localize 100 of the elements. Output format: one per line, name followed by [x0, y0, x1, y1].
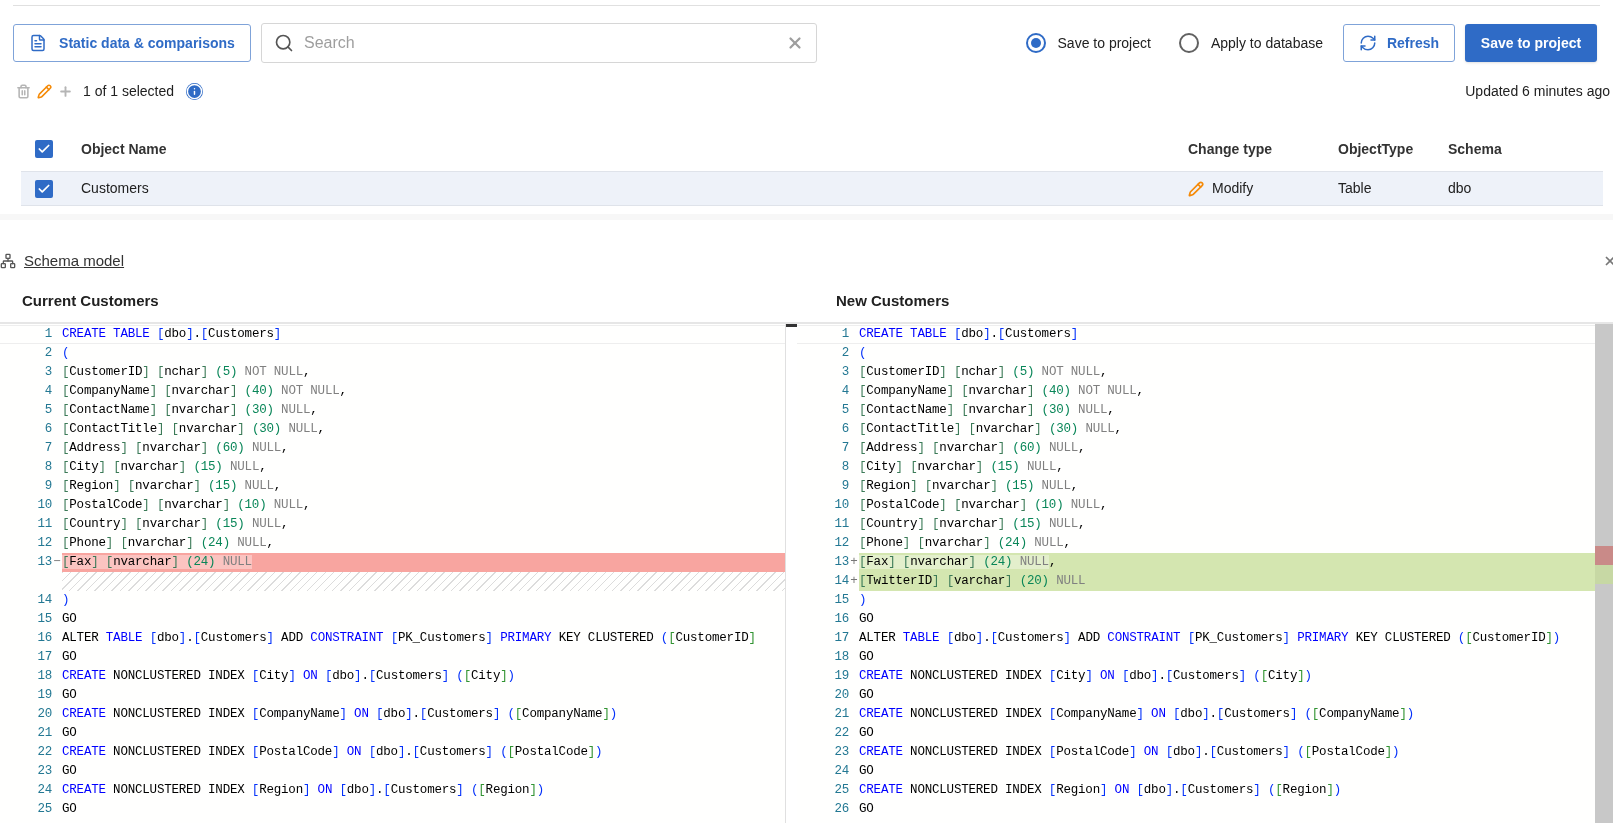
line-number: 13 — [36, 554, 52, 571]
line-number: 3 — [840, 364, 849, 381]
column-header[interactable]: ObjectType — [1338, 138, 1448, 160]
code-line: [PostalCode] [nvarchar] (10) NULL, — [62, 497, 312, 514]
code-line: ALTER TABLE [dbo].[Customers] ADD CONSTRAINT [PK_Customers] PRIMARY KEY CLUSTERED ([CustomerID]) — [859, 630, 1562, 647]
code-line: GO — [62, 801, 78, 818]
diff-marker: − — [53, 555, 61, 569]
code-line: CREATE NONCLUSTERED INDEX [CompanyName] ON [dbo].[Customers] ([CompanyName]) — [62, 706, 619, 723]
table-cell-text: Customers — [81, 179, 150, 198]
line-number: 8 — [840, 459, 849, 476]
line-number: 24 — [36, 782, 52, 799]
select-all-checkbox[interactable] — [35, 140, 53, 158]
updated-text: Updated 6 minutes ago — [1465, 81, 1610, 101]
line-number: 7 — [43, 440, 52, 457]
column-header[interactable]: Change type — [1188, 138, 1338, 160]
check-icon — [37, 142, 51, 156]
code-line: GO — [62, 725, 78, 742]
line-number: 19 — [36, 687, 52, 704]
radio-option[interactable]: Apply to database — [1178, 32, 1323, 54]
code-line: CREATE TABLE [dbo].[Customers] — [62, 326, 283, 343]
column-header[interactable]: Object Name — [81, 138, 1188, 160]
line-number: 7 — [840, 440, 849, 457]
line-number: 10 — [833, 497, 849, 514]
schema-model-link[interactable]: Schema model — [24, 249, 125, 273]
static-data-button[interactable]: Static data & comparisons — [13, 24, 251, 62]
line-number: 25 — [833, 782, 849, 799]
line-number: 1 — [43, 326, 52, 343]
line-number: 19 — [833, 668, 849, 685]
code-line: GO — [859, 687, 875, 704]
code-line: [ContactName] [nvarchar] (30) NULL, — [859, 402, 1116, 419]
line-number: 4 — [43, 383, 52, 400]
row-checkbox[interactable] — [35, 179, 53, 198]
line-number: 17 — [36, 649, 52, 666]
line-number: 26 — [833, 801, 849, 818]
line-number: 12 — [833, 535, 849, 552]
hierarchy-icon — [0, 253, 16, 269]
line-number: 24 — [833, 763, 849, 780]
table-cell-text: Modify — [1212, 179, 1254, 198]
code-line: [Country] [nvarchar] (15) NULL, — [62, 516, 290, 533]
search-icon — [274, 33, 294, 53]
code-line: ) — [62, 592, 71, 609]
line-number: 18 — [833, 649, 849, 666]
info-icon[interactable] — [186, 82, 204, 100]
line-number: 16 — [36, 630, 52, 647]
code-line: ALTER TABLE [dbo].[Customers] ADD CONSTRAINT [PK_Customers] PRIMARY KEY CLUSTERED ([CustomerID] — [62, 630, 757, 647]
line-number: 3 — [43, 364, 52, 381]
code-line: [Address] [nvarchar] (60) NULL, — [859, 440, 1087, 457]
code-line: CREATE NONCLUSTERED INDEX [PostalCode] ON [dbo].[Customers] ([PostalCode]) — [62, 744, 604, 761]
line-number: 6 — [43, 421, 52, 438]
code-line: ( — [62, 345, 71, 362]
line-number: 4 — [840, 383, 849, 400]
code-line: [PostalCode] [nvarchar] (10) NULL, — [859, 497, 1109, 514]
code-line: [Region] [nvarchar] (15) NULL, — [62, 478, 283, 495]
code-line: [CompanyName] [nvarchar] (40) NOT NULL, — [62, 383, 348, 400]
code-line: [Phone] [nvarchar] (24) NULL, — [62, 535, 275, 552]
table-row[interactable]: Customers Modify Table dbo — [21, 171, 1603, 206]
line-number: 23 — [833, 744, 849, 761]
radio-option[interactable]: Save to project — [1025, 32, 1151, 54]
code-line: [ContactName] [nvarchar] (30) NULL, — [62, 402, 319, 419]
code-line: [CustomerID] [nchar] (5) NOT NULL, — [62, 364, 312, 381]
line-number: 21 — [36, 725, 52, 742]
code-line: CREATE NONCLUSTERED INDEX [City] ON [dbo].[Customers] ([City]) — [859, 668, 1313, 685]
code-line: GO — [859, 801, 875, 818]
line-number: 2 — [43, 345, 52, 362]
code-line: CREATE NONCLUSTERED INDEX [City] ON [dbo].[Customers] ([City]) — [62, 668, 516, 685]
column-header[interactable]: Schema — [1448, 138, 1603, 160]
code-line: GO — [62, 763, 78, 780]
code-line: GO — [62, 649, 78, 666]
radio-button[interactable] — [1178, 33, 1199, 53]
code-line: [ContactTitle] [nvarchar] (30) NULL, — [62, 421, 326, 438]
code-line: GO — [859, 763, 875, 780]
diff-marker: + — [850, 555, 858, 569]
pencil-icon — [1188, 180, 1204, 197]
close-icon[interactable] — [1603, 254, 1613, 268]
line-number: 5 — [840, 402, 849, 419]
line-number: 17 — [833, 630, 849, 647]
line-number: 20 — [36, 706, 52, 723]
radio-button[interactable] — [1025, 33, 1046, 53]
code-line: ( — [859, 345, 868, 362]
line-number: 1 — [840, 326, 849, 343]
line-number: 13 — [833, 554, 849, 571]
code-line: [Phone] [nvarchar] (24) NULL, — [859, 535, 1072, 552]
line-number: 9 — [840, 478, 849, 495]
clear-icon[interactable] — [786, 34, 804, 52]
search-input[interactable]: Search — [304, 31, 776, 55]
save-button[interactable]: Save to project — [1465, 24, 1597, 62]
code-line: CREATE NONCLUSTERED INDEX [Region] ON [dbo].[Customers] ([Region]) — [62, 782, 545, 799]
line-number: 9 — [43, 478, 52, 495]
diff-overview-mark — [1595, 565, 1613, 584]
search-field[interactable]: Search — [261, 23, 817, 63]
line-number: 18 — [36, 668, 52, 685]
line-number: 8 — [43, 459, 52, 476]
line-number: 14 — [833, 573, 849, 590]
document-icon — [29, 34, 48, 52]
line-number: 11 — [833, 516, 849, 533]
line-number: 21 — [833, 706, 849, 723]
selection-count: 1 of 1 selected — [83, 81, 175, 101]
line-number: 11 — [36, 516, 52, 533]
scrollbar[interactable] — [1595, 324, 1613, 823]
refresh-button[interactable]: Refresh — [1343, 24, 1455, 62]
